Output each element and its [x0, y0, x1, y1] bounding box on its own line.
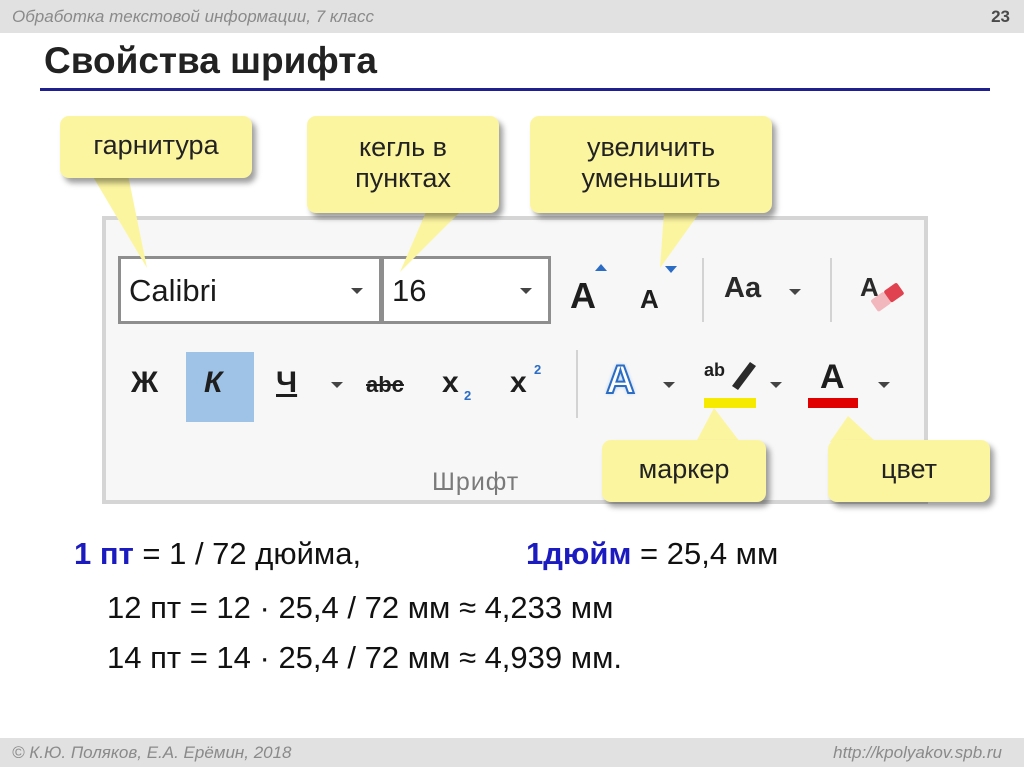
callout-color-text: цвет — [881, 454, 937, 484]
callout-size-line1: кегль в — [358, 132, 448, 162]
callout-typeface-text: гарнитура — [93, 130, 219, 160]
footer-url[interactable]: http://kpolyakov.spb.ru — [833, 743, 1002, 763]
callout-grow-line1: увеличить — [586, 132, 716, 162]
callout-grow-shrink: увеличить уменьшить — [530, 116, 772, 213]
callout-grow-line2: уменьшить — [581, 163, 721, 193]
callout-size: кегль в пунктах — [307, 116, 499, 213]
callout-size-line2: пунктах — [355, 163, 451, 193]
footer-authors: © К.Ю. Поляков, Е.А. Ерёмин, 2018 — [12, 743, 292, 762]
formula-inch-term: 1дюйм — [526, 536, 632, 571]
formula-line-3: 14 пт = 14 · 25,4 / 72 мм ≈ 4,939 мм. — [107, 640, 622, 675]
formula-pt-term: 1 пт — [74, 536, 134, 571]
formula-inch-def: = 25,4 мм — [631, 536, 779, 571]
slide-footer: © К.Ю. Поляков, Е.А. Ерёмин, 2018 http:/… — [0, 738, 1024, 767]
callout-typeface: гарнитура — [60, 116, 252, 178]
formula-line-2: 12 пт = 12 · 25,4 / 72 мм ≈ 4,233 мм — [107, 590, 614, 625]
callout-marker: маркер — [602, 440, 766, 502]
formula-pt-def: = 1 / 72 дюйма, — [133, 536, 362, 571]
callout-color: цвет — [828, 440, 990, 502]
formula-line-1: 1 пт = 1 / 72 дюйма, — [74, 536, 361, 572]
formula-line-1b: 1дюйм = 25,4 мм — [526, 536, 778, 572]
callout-marker-text: маркер — [638, 454, 730, 484]
